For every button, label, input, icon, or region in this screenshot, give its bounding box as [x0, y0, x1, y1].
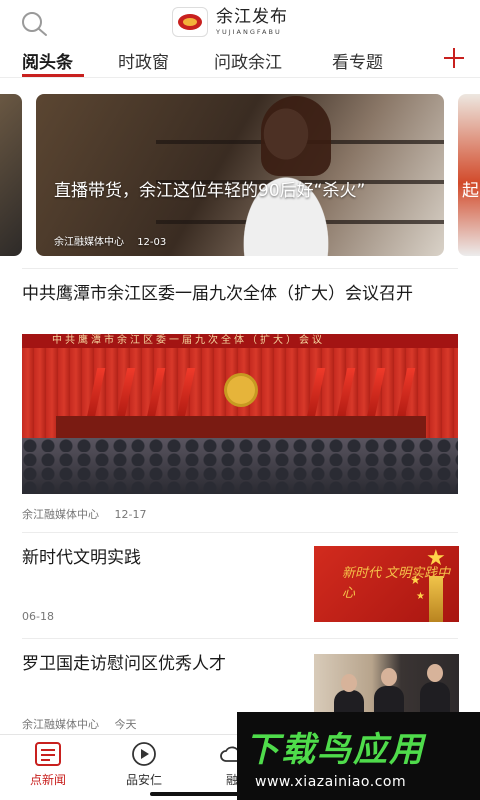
news-item-meta: 06-18 [22, 610, 54, 623]
news-item-meta: 余江融媒体中心 今天 [22, 716, 137, 732]
hall-banner-text: 中共鹰潭市余江区委一届九次全体（扩大）会议 [52, 335, 325, 346]
next-slide-headline: 起 [462, 181, 479, 201]
search-icon[interactable] [18, 8, 50, 40]
person-head [381, 668, 397, 686]
tab-headlines[interactable]: 阅头条 [22, 48, 73, 73]
news-item-thumbnail[interactable]: ★ ★ ★ 新时代 文明实践中心 [314, 546, 459, 622]
carousel-slide-next[interactable]: 起 [458, 94, 480, 256]
news-item-date: 今天 [114, 718, 137, 731]
slide-photo-detail [261, 96, 331, 176]
person-head [427, 664, 443, 682]
party-emblem-icon [227, 376, 255, 404]
person-head [341, 674, 357, 692]
news-item-title[interactable]: 中共鹰潭市余江区委一届九次全体（扩大）会议召开 [22, 282, 462, 306]
news-item-source: 余江融媒体中心 [22, 718, 99, 731]
watermark-banner: 下载鸟应用 www.xiazainiao.com [237, 712, 480, 800]
news-item-title[interactable]: 新时代文明实践 [22, 546, 292, 570]
app-logo: 余江发布 YUJIANGFABU [172, 6, 288, 38]
hall-stage [56, 416, 426, 438]
slide-source: 余江融媒体中心 [54, 237, 124, 248]
carousel-slide-prev[interactable] [0, 94, 22, 256]
nav-item-anren[interactable]: 品安仁 [114, 741, 174, 788]
hall-audience [22, 438, 458, 494]
hall-banner: 中共鹰潭市余江区委一届九次全体（扩大）会议 [22, 334, 458, 348]
nav-label: 点新闻 [29, 773, 66, 787]
tab-topics[interactable]: 看专题 [332, 48, 383, 73]
news-list-icon [35, 742, 61, 766]
divider [22, 532, 458, 533]
play-circle-icon [132, 742, 156, 766]
watermark-url: www.xiazainiao.com [255, 774, 407, 790]
active-tab-indicator [22, 74, 84, 77]
tower-icon [429, 576, 443, 622]
logo-subtitle: YUJIANGFABU [216, 27, 282, 36]
slide-meta: 余江融媒体中心 12-03 [54, 233, 166, 248]
watermark-title: 下载鸟应用 [245, 730, 425, 770]
slide-headline: 直播带货，余江这位年轻的90后好“杀火” [54, 181, 366, 201]
news-item-date: 12-17 [114, 508, 147, 521]
news-item-title[interactable]: 罗卫国走访慰问区优秀人才 [22, 652, 292, 676]
headline-carousel[interactable]: 直播带货，余江这位年轻的90后好“杀火” 余江融媒体中心 12-03 起 [0, 94, 480, 256]
channel-tabs: 阅头条 时政窗 问政余江 看专题 [0, 44, 480, 78]
app-header: 余江发布 YUJIANGFABU [0, 0, 480, 44]
nav-label: 品安仁 [125, 773, 162, 787]
home-indicator [150, 792, 240, 796]
divider [22, 268, 458, 269]
tab-inquiry[interactable]: 问政余江 [214, 48, 282, 73]
add-channel-icon[interactable] [442, 46, 466, 70]
logo-title: 余江发布 [216, 6, 288, 27]
divider [22, 638, 458, 639]
news-item-date: 06-18 [22, 610, 54, 623]
tab-politics[interactable]: 时政窗 [118, 48, 169, 73]
slide-date: 12-03 [137, 237, 167, 248]
news-item-source: 余江融媒体中心 [22, 508, 99, 521]
news-item-meta: 余江融媒体中心 12-17 [22, 506, 146, 522]
logo-emblem-icon [172, 7, 208, 37]
nav-item-news[interactable]: 点新闻 [18, 741, 78, 788]
news-item-image[interactable]: 中共鹰潭市余江区委一届九次全体（扩大）会议 [22, 334, 458, 494]
carousel-slide-current[interactable]: 直播带货，余江这位年轻的90后好“杀火” 余江融媒体中心 12-03 [36, 94, 444, 256]
